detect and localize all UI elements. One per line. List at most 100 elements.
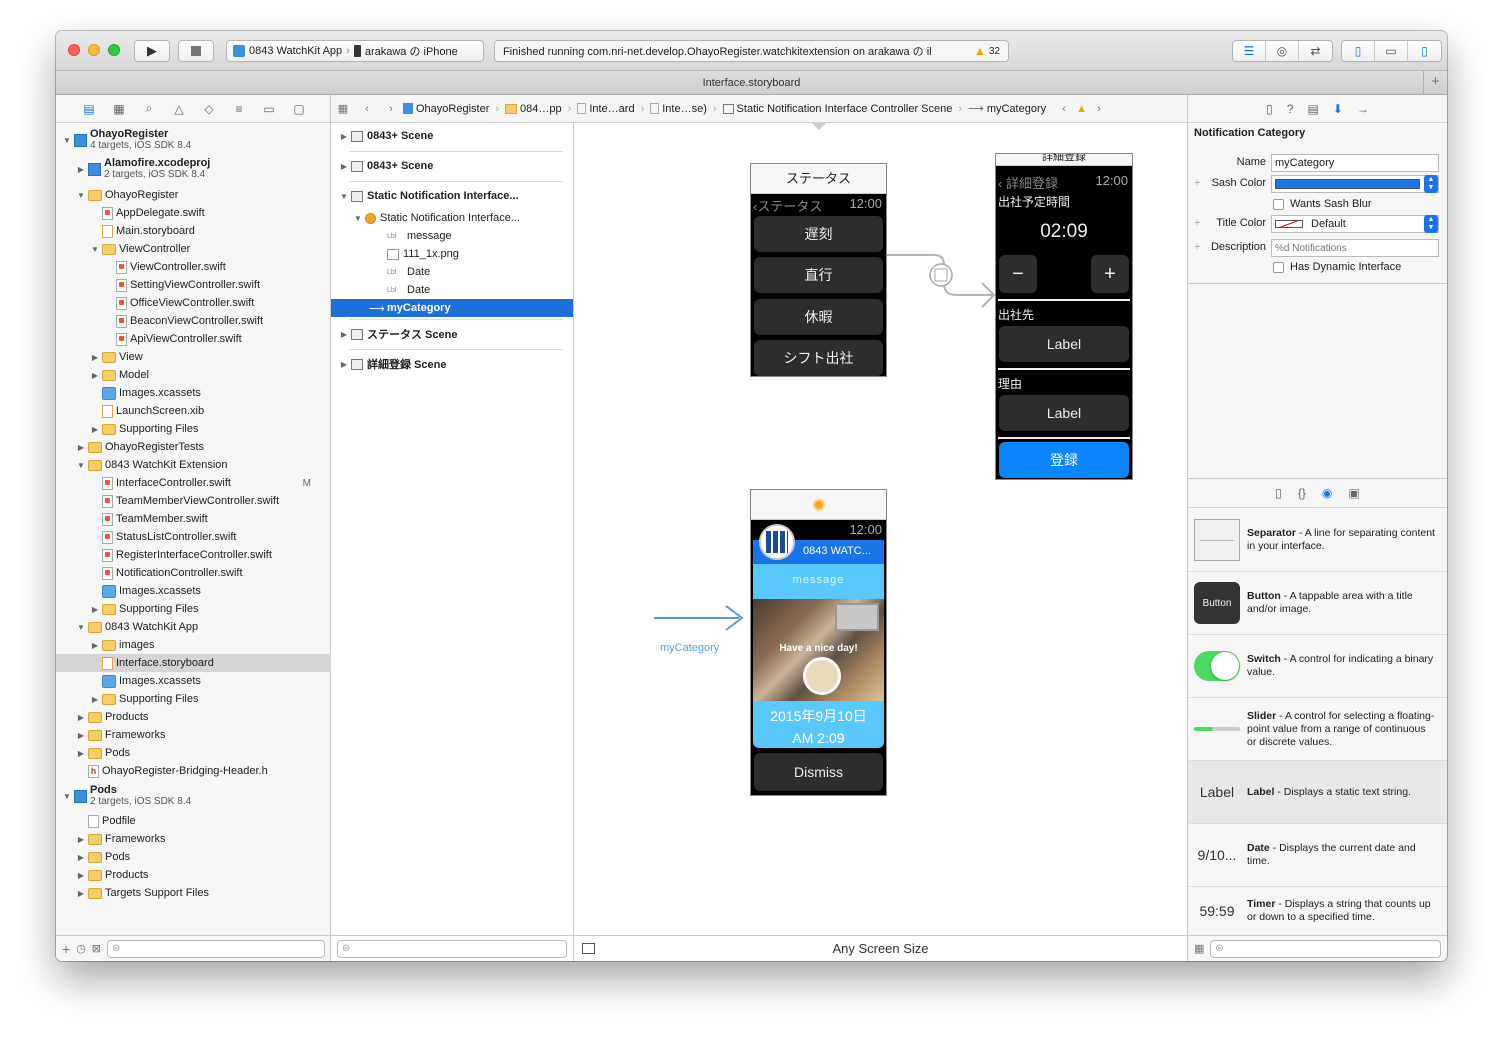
list-item[interactable]: ▶ images [56, 636, 331, 654]
navigator-filter-input[interactable]: ⊜ [107, 939, 325, 958]
zoom-button[interactable] [108, 44, 120, 56]
outline-item[interactable]: Lbl message [331, 227, 573, 245]
related-items-icon[interactable]: ▦ [331, 102, 355, 115]
minimize-button[interactable] [88, 44, 100, 56]
list-item[interactable]: ▶ Frameworks [56, 830, 331, 848]
pods-project-row[interactable]: ▼ Pods 2 targets, iOS SDK 8.4 [56, 782, 331, 810]
list-item[interactable]: ▶ Pods [56, 848, 331, 866]
navigator-toggle-icon[interactable]: ▯ [1342, 41, 1375, 61]
sash-color-well[interactable]: ▲ ▼ [1271, 175, 1439, 193]
library-filter-input[interactable]: ⊜ [1210, 939, 1441, 958]
wants-sash-blur-checkbox[interactable]: Wants Sash Blur [1273, 198, 1372, 210]
file-inspector-icon[interactable]: ▯ [1266, 102, 1273, 116]
outline-toggle-icon[interactable] [582, 943, 595, 954]
back-icon[interactable]: ‹ [355, 103, 379, 115]
breadcrumb-storyboard[interactable]: Inte…ard [577, 103, 635, 115]
scm-icon[interactable]: ⊠ [92, 942, 101, 955]
version-editor-icon[interactable]: ⇄ [1299, 41, 1332, 61]
list-item-selected[interactable]: Interface.storyboard [56, 654, 331, 672]
outline-scene[interactable]: ▼ Static Notification Interface... [331, 187, 573, 205]
register-button[interactable]: 登録 [999, 442, 1129, 478]
status-button-shift[interactable]: シフト出社 [754, 340, 883, 376]
clock-icon[interactable]: ◷ [76, 942, 86, 955]
search-icon[interactable]: ⌕ [140, 101, 158, 116]
library-item-slider[interactable]: Slider - A control for selecting a float… [1188, 698, 1447, 761]
dynamic-interface-checkbox[interactable]: Has Dynamic Interface [1273, 261, 1401, 273]
outline-scene[interactable]: ▶ ステータス Scene [331, 325, 573, 343]
list-item[interactable]: ▶ Model [56, 366, 331, 384]
identity-inspector-icon[interactable]: ▤ [1307, 102, 1318, 116]
status-button-direct[interactable]: 直行 [754, 257, 883, 293]
list-item[interactable]: ▼ OhayoRegister [56, 186, 331, 204]
utilities-toggle-icon[interactable]: ▯ [1408, 41, 1441, 61]
list-item[interactable]: StatusListController.swift [56, 528, 331, 546]
list-item[interactable]: Images.xcassets [56, 672, 331, 690]
list-item[interactable]: Images.xcassets [56, 384, 331, 402]
breadcrumb-base[interactable]: Inte…se) [650, 103, 707, 115]
next-issue-icon[interactable]: › [1087, 103, 1111, 115]
debug-toggle-icon[interactable]: ▭ [1375, 41, 1408, 61]
list-item[interactable]: RegisterInterfaceController.swift [56, 546, 331, 564]
destination-button[interactable]: Label [999, 326, 1129, 362]
folder-icon[interactable]: ▤ [80, 102, 98, 116]
object-library-icon[interactable]: ◉ [1322, 486, 1332, 500]
library-item-button[interactable]: Button Button - A tappable area with a t… [1188, 572, 1447, 635]
assistant-editor-icon[interactable]: ◎ [1266, 41, 1299, 61]
list-item[interactable]: NotificationController.swift [56, 564, 331, 582]
report-icon[interactable]: ▢ [290, 102, 308, 116]
outline-scene[interactable]: ▶ 詳細登録 Scene [331, 355, 573, 373]
warning-badge[interactable]: ▲ 32 [974, 44, 1000, 58]
list-item[interactable]: OfficeViewController.swift [56, 294, 331, 312]
storyboard-canvas[interactable]: ステータス ‹ステータス 12:00 遅刻 直行 休暇 シフト出社 詳細登録 ‹… [574, 123, 1187, 935]
list-item[interactable]: ▶ Supporting Files [56, 690, 331, 708]
detail-scene[interactable]: 詳細登録 ‹ 詳細登録 12:00 出社予定時間 02:09 − + 出社先 L… [995, 153, 1133, 480]
list-item[interactable]: ViewController.swift [56, 258, 331, 276]
outline-item-selected[interactable]: ⟶ myCategory [331, 299, 573, 317]
list-item[interactable]: TeamMemberViewController.swift [56, 492, 331, 510]
file-template-icon[interactable]: ▯ [1275, 486, 1282, 500]
list-item[interactable]: InterfaceController.swift M [56, 474, 331, 492]
outline-item[interactable]: Lbl Date [331, 263, 573, 281]
test-icon[interactable]: ◇ [200, 102, 218, 116]
scheme-selector[interactable]: 0843 WatchKit App › arakawa の iPhone [226, 40, 484, 62]
run-button[interactable]: ▶ [134, 40, 170, 62]
library-item-timer[interactable]: 59:59 Timer - Displays a string that cou… [1188, 887, 1447, 935]
previous-issue-icon[interactable]: ‹ [1052, 103, 1076, 115]
breadcrumb-folder[interactable]: 084…pp [505, 103, 562, 115]
size-class-control[interactable]: Any Screen Size [832, 941, 928, 956]
chevron-updown-icon[interactable]: ▲ ▼ [1424, 215, 1438, 233]
description-field[interactable] [1271, 239, 1439, 257]
new-tab-button[interactable]: + [1423, 71, 1447, 95]
tab-interface-storyboard[interactable]: Interface.storyboard [703, 77, 801, 89]
alamofire-project-row[interactable]: ▶ Alamofire.xcodeproj 2 targets, iOS SDK… [56, 155, 331, 183]
breadcrumb-project[interactable]: OhayoRegister [403, 103, 489, 115]
breakpoint-icon[interactable]: ▭ [260, 102, 278, 116]
warning-icon[interactable]: ▲ [1076, 103, 1087, 115]
list-item[interactable]: ▶ View [56, 348, 331, 366]
close-button[interactable] [68, 44, 80, 56]
outline-scene[interactable]: ▶ 0843+ Scene [331, 127, 573, 145]
list-item[interactable]: ▶ Pods [56, 744, 331, 762]
minus-button[interactable]: − [999, 255, 1037, 293]
breadcrumb-category[interactable]: ⟶ myCategory [968, 102, 1046, 116]
list-item[interactable]: BeaconViewController.swift [56, 312, 331, 330]
list-item[interactable]: Podfile [56, 812, 331, 830]
outline-scene[interactable]: ▶ 0843+ Scene [331, 157, 573, 175]
standard-editor-icon[interactable]: ☰ [1233, 41, 1266, 61]
list-item[interactable]: LaunchScreen.xib [56, 402, 331, 420]
reason-button[interactable]: Label [999, 395, 1129, 431]
list-item[interactable]: SettingViewController.swift [56, 276, 331, 294]
list-item[interactable]: ▶ Targets Support Files [56, 884, 331, 902]
list-item[interactable]: TeamMember.swift [56, 510, 331, 528]
list-item[interactable]: ▶ Products [56, 866, 331, 884]
connections-inspector-icon[interactable]: → [1357, 102, 1369, 116]
symbol-icon[interactable]: ▦ [110, 102, 128, 116]
list-item[interactable]: ▶ Supporting Files [56, 600, 331, 618]
editor-mode-control[interactable]: ☰ ◎ ⇄ [1232, 40, 1333, 62]
dismiss-button[interactable]: Dismiss [754, 753, 883, 791]
forward-icon[interactable]: › [379, 103, 403, 115]
issue-icon[interactable]: △ [170, 102, 188, 116]
list-item[interactable]: AppDelegate.swift [56, 204, 331, 222]
outline-filter-input[interactable]: ⊜ [337, 939, 567, 958]
help-icon[interactable]: ? [1287, 102, 1294, 116]
